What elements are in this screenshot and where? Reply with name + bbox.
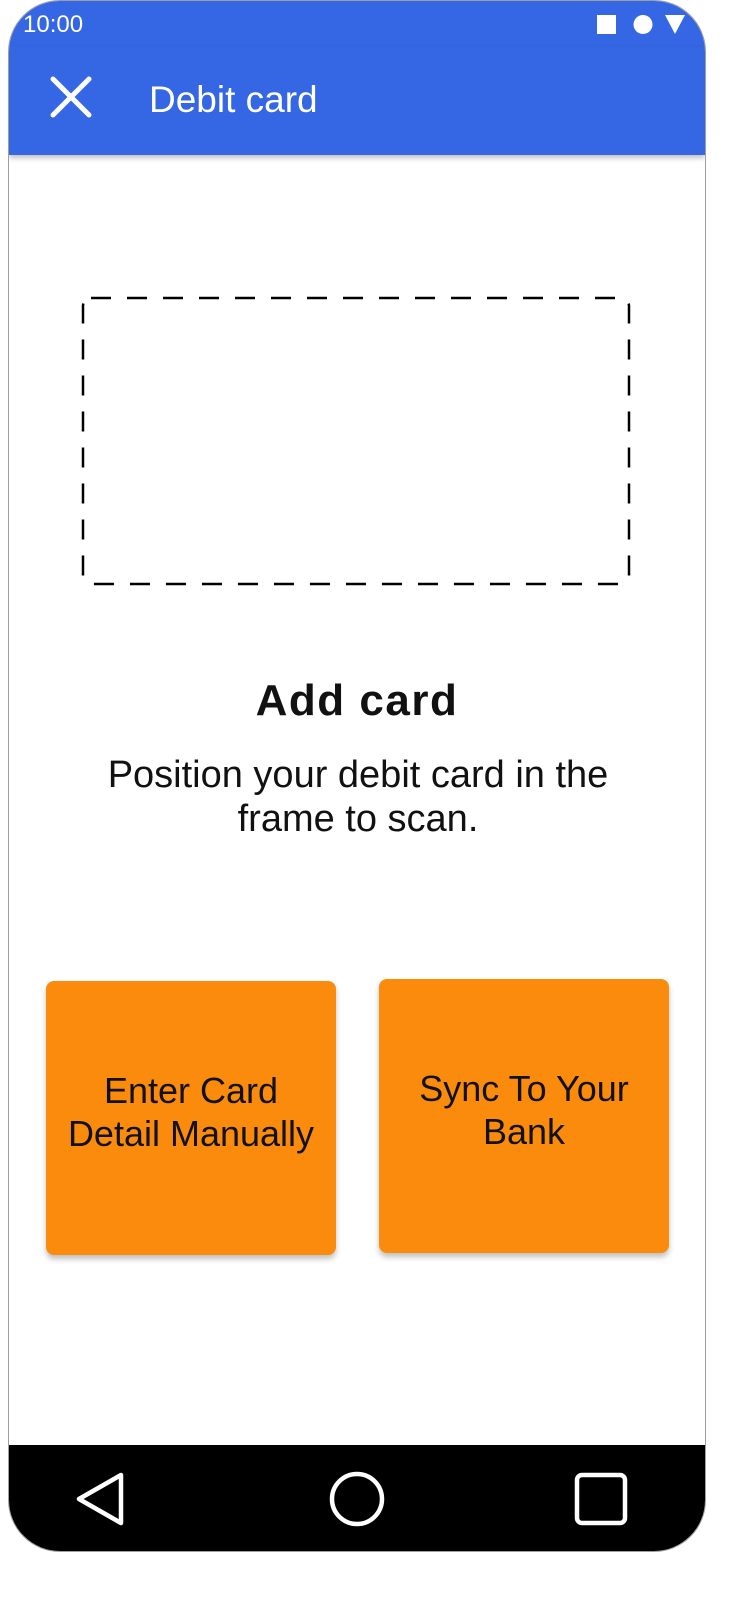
scan-frame [81, 296, 631, 586]
close-icon[interactable] [45, 71, 97, 123]
navigation-bar [9, 1445, 705, 1551]
phone-screen: 10:00 Debit card Add card Position your … [8, 0, 706, 1552]
square-icon [597, 15, 616, 34]
recent-apps-icon[interactable] [571, 1469, 631, 1529]
back-icon[interactable] [69, 1469, 129, 1529]
circle-icon [633, 15, 653, 34]
status-icons [597, 15, 685, 34]
page-title: Debit card [149, 79, 318, 120]
enter-card-manually-label: Enter Card Detail Manually [67, 1070, 315, 1154]
scan-instruction: Position your debit card in the frame to… [107, 754, 609, 840]
app-bar: Debit card [9, 47, 705, 155]
status-time: 10:00 [23, 11, 84, 38]
status-bar: 10:00 [9, 1, 705, 47]
sync-to-bank-label: Sync To Your Bank [419, 1068, 629, 1152]
home-icon[interactable] [327, 1469, 387, 1529]
triangle-icon [665, 15, 685, 34]
add-card-heading: Add card [255, 676, 459, 725]
sync-to-bank-button[interactable]: Sync To Your Bank [379, 979, 669, 1253]
enter-card-manually-button[interactable]: Enter Card Detail Manually [46, 981, 336, 1255]
